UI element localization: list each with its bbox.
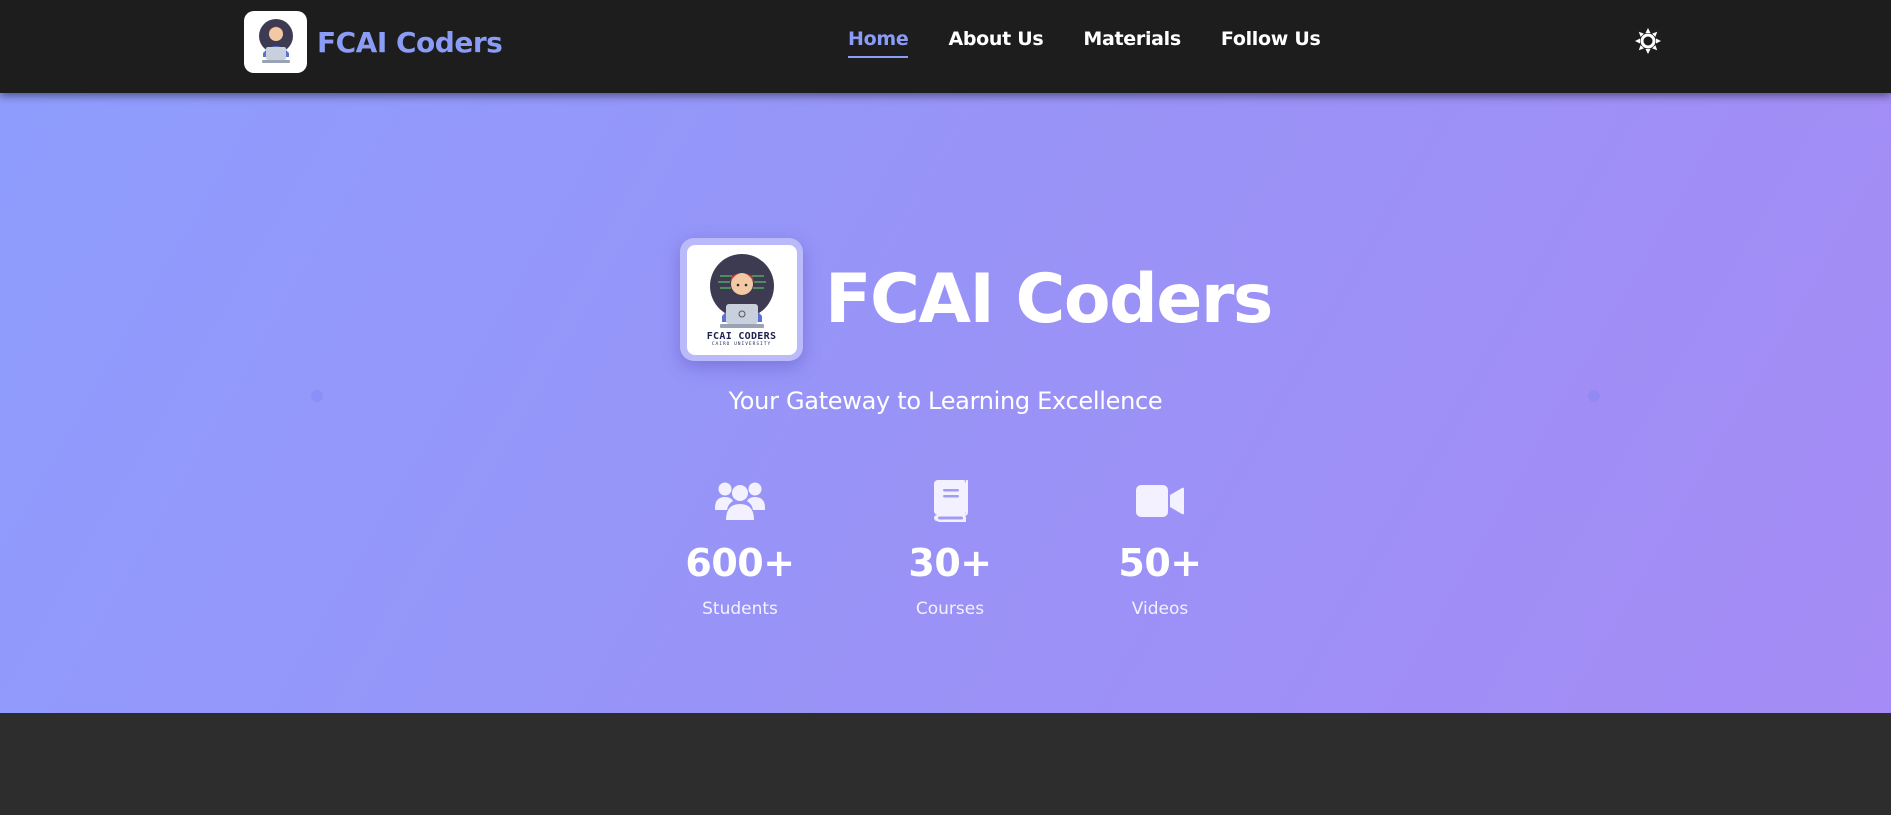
stat-courses: 30+ Courses: [870, 479, 1030, 619]
stat-value: 50+: [1118, 541, 1202, 585]
navbar: FCAI Coders Home About Us Materials Foll…: [0, 0, 1891, 93]
stat-label: Courses: [915, 599, 985, 619]
content-section: [0, 713, 1891, 815]
hero-heading: FCAI CODERS CAIRO UNIVERSITY FCAI Coders: [680, 238, 1273, 361]
hero-title: FCAI Coders: [825, 260, 1273, 339]
book-icon: [870, 479, 1030, 523]
brand-logo: [244, 11, 307, 73]
stat-label: Videos: [1131, 599, 1189, 619]
nav-about-us[interactable]: About Us: [948, 28, 1043, 58]
hero-section: FCAI CODERS CAIRO UNIVERSITY FCAI Coders…: [0, 93, 1891, 713]
theme-toggle-button[interactable]: [1634, 28, 1662, 58]
brand-name: FCAI Coders: [317, 25, 503, 59]
stat-label: Students: [702, 599, 778, 619]
nav-materials[interactable]: Materials: [1083, 28, 1181, 58]
stat-value: 600+: [685, 541, 795, 585]
users-icon: [660, 479, 820, 523]
hero-subtitle: Your Gateway to Learning Excellence: [728, 387, 1163, 415]
stat-students: 600+ Students: [660, 479, 820, 619]
stat-videos: 50+ Videos: [1080, 479, 1240, 619]
brand-link[interactable]: FCAI Coders: [244, 11, 503, 73]
main-nav: Home About Us Materials Follow Us: [848, 28, 1360, 58]
sun-icon: [1635, 28, 1661, 58]
hero-logo-subcaption: CAIRO UNIVERSITY: [711, 342, 772, 347]
stats-row: 600+ Students 30+ Courses 50+ Videos: [0, 479, 1891, 629]
nav-follow-us[interactable]: Follow Us: [1221, 28, 1321, 58]
nav-home[interactable]: Home: [848, 28, 909, 58]
hero-logo: FCAI CODERS CAIRO UNIVERSITY: [680, 238, 803, 361]
hero-logo-caption: FCAI CODERS: [706, 331, 777, 342]
stat-value: 30+: [908, 541, 992, 585]
video-camera-icon: [1080, 479, 1240, 523]
